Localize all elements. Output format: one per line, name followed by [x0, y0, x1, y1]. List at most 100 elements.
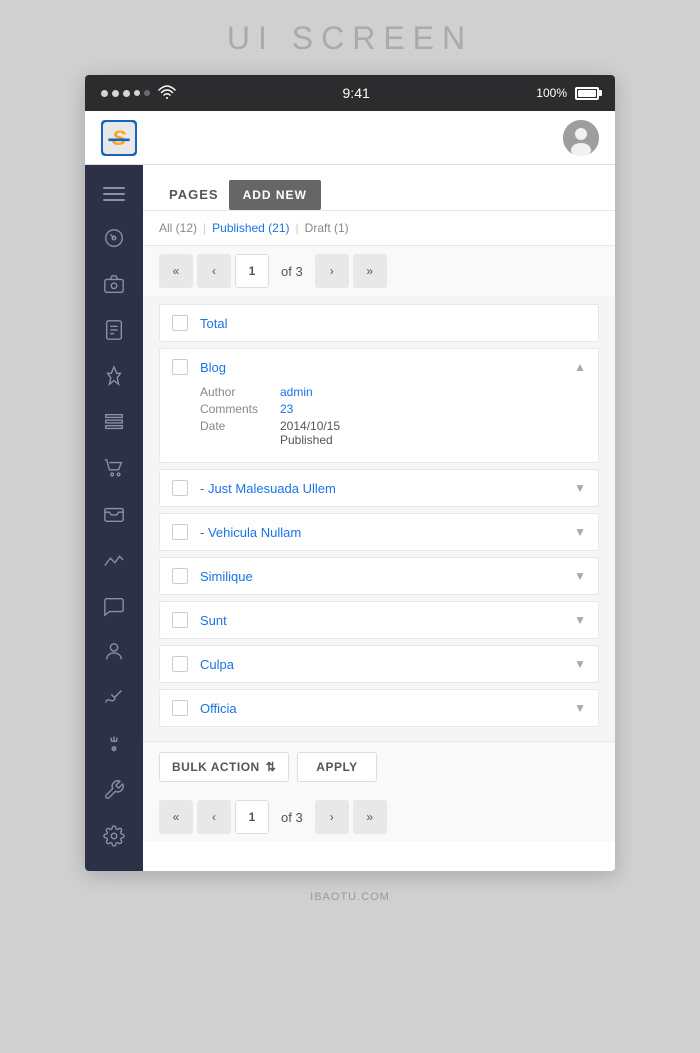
list-item-2-header[interactable]: - Vehicula Nullam ▼ — [160, 514, 598, 550]
page-wrapper: UI SCREEN 9:41 — [0, 0, 700, 1053]
pin-icon — [103, 365, 125, 387]
item6-title: Officia — [200, 701, 566, 716]
inbox-icon — [103, 503, 125, 525]
filter-draft[interactable]: Draft (1) — [305, 221, 349, 235]
sidebar-item-wrench[interactable] — [91, 769, 137, 811]
page-first-btn[interactable]: « — [159, 254, 193, 288]
bulk-action-label: BULK ACTION — [172, 760, 260, 774]
avatar — [563, 120, 599, 156]
blog-title: Blog — [200, 360, 566, 375]
signal-dot-1 — [101, 90, 108, 97]
sidebar-item-cart[interactable] — [91, 447, 137, 489]
item6-checkbox[interactable] — [172, 700, 188, 716]
sidebar-item-user[interactable] — [91, 631, 137, 673]
sidebar-item-document[interactable] — [91, 309, 137, 351]
apply-button[interactable]: APPLY — [297, 752, 376, 782]
item6-arrow: ▼ — [574, 701, 586, 715]
page-last-btn[interactable]: » — [353, 254, 387, 288]
page-prev-btn[interactable]: ‹ — [197, 254, 231, 288]
sidebar-hamburger[interactable] — [85, 179, 143, 213]
page-first-btn-bottom[interactable]: « — [159, 800, 193, 834]
plug-icon — [103, 733, 125, 755]
filter-bar: All (12) | Published (21) | Draft (1) — [143, 211, 615, 246]
filter-published[interactable]: Published (21) — [212, 221, 289, 235]
sidebar-item-inbox[interactable] — [91, 493, 137, 535]
page-current-btn[interactable]: 1 — [235, 254, 269, 288]
item1-checkbox[interactable] — [172, 480, 188, 496]
list-item-blog-header[interactable]: Blog ▲ — [160, 349, 598, 385]
list-area: Total Blog ▲ Author admi — [143, 296, 615, 741]
bulk-bar: BULK ACTION ⇅ APPLY — [143, 741, 615, 792]
blog-checkbox[interactable] — [172, 359, 188, 375]
list-item-3-header[interactable]: Similique ▼ — [160, 558, 598, 594]
page-last-btn-bottom[interactable]: » — [353, 800, 387, 834]
item4-checkbox[interactable] — [172, 612, 188, 628]
item4-title: Sunt — [200, 613, 566, 628]
list-item-total-header[interactable]: Total — [160, 305, 598, 341]
sidebar-item-brush[interactable] — [91, 677, 137, 719]
wrench-icon — [103, 779, 125, 801]
item2-arrow: ▼ — [574, 525, 586, 539]
signal-dot-3 — [123, 90, 130, 97]
list-item-4-header[interactable]: Sunt ▼ — [160, 602, 598, 638]
battery-fill — [578, 90, 596, 97]
status-left — [101, 85, 176, 102]
item2-checkbox[interactable] — [172, 524, 188, 540]
item5-checkbox[interactable] — [172, 656, 188, 672]
footer-text: IBAOTU.COM — [310, 891, 390, 903]
page-current-btn-bottom[interactable]: 1 — [235, 800, 269, 834]
sidebar-item-chart[interactable] — [91, 539, 137, 581]
page-prev-btn-bottom[interactable]: ‹ — [197, 800, 231, 834]
item2-title: - Vehicula Nullam — [200, 525, 566, 540]
sidebar-item-pin[interactable] — [91, 355, 137, 397]
list-item-1: - Just Malesuada Ullem ▼ — [159, 469, 599, 507]
item3-title: Similique — [200, 569, 566, 584]
cart-icon — [103, 457, 125, 479]
page-next-btn[interactable]: › — [315, 254, 349, 288]
list-icon — [103, 411, 125, 433]
content-area: PAGES ADD NEW All (12) | Published (21) … — [143, 165, 615, 871]
item3-arrow: ▼ — [574, 569, 586, 583]
main-layout: PAGES ADD NEW All (12) | Published (21) … — [85, 165, 615, 871]
item5-title: Culpa — [200, 657, 566, 672]
blog-date-row: Date 2014/10/15 Published — [200, 419, 586, 447]
list-item-6-header[interactable]: Officia ▼ — [160, 690, 598, 726]
blog-comments-row: Comments 23 — [200, 402, 586, 416]
document-icon — [103, 319, 125, 341]
filter-sep-2: | — [296, 221, 299, 235]
item1-title: - Just Malesuada Ullem — [200, 481, 566, 496]
tab-add-new[interactable]: ADD NEW — [229, 180, 321, 210]
app-logo: S — [101, 120, 137, 156]
sidebar-item-dashboard[interactable] — [91, 217, 137, 259]
sidebar-item-settings[interactable] — [91, 815, 137, 857]
tab-pages[interactable]: PAGES — [159, 179, 229, 210]
status-value-text: Published — [280, 433, 333, 447]
blog-arrow: ▲ — [574, 360, 586, 374]
bulk-action-arrow: ⇅ — [266, 760, 277, 774]
settings-icon — [103, 825, 125, 847]
item3-checkbox[interactable] — [172, 568, 188, 584]
page-of-text-bottom: of 3 — [273, 810, 311, 825]
hamburger-line-2 — [103, 193, 125, 195]
author-label: Author — [200, 385, 280, 399]
filter-all[interactable]: All (12) — [159, 221, 197, 235]
sidebar-item-list[interactable] — [91, 401, 137, 443]
total-checkbox[interactable] — [172, 315, 188, 331]
sidebar-item-camera[interactable] — [91, 263, 137, 305]
blog-author-row: Author admin — [200, 385, 586, 399]
sidebar-item-plug[interactable] — [91, 723, 137, 765]
item4-arrow: ▼ — [574, 613, 586, 627]
bulk-action-select[interactable]: BULK ACTION ⇅ — [159, 752, 289, 782]
sidebar-item-comment[interactable] — [91, 585, 137, 627]
filter-sep-1: | — [203, 221, 206, 235]
page-of-text-top: of 3 — [273, 264, 311, 279]
comment-icon — [103, 595, 125, 617]
list-item-1-header[interactable]: - Just Malesuada Ullem ▼ — [160, 470, 598, 506]
signal-dot-2 — [112, 90, 119, 97]
list-item-5-header[interactable]: Culpa ▼ — [160, 646, 598, 682]
item5-arrow: ▼ — [574, 657, 586, 671]
blog-details: Author admin Comments 23 Date 2014/10/15 — [160, 385, 598, 462]
item1-arrow: ▼ — [574, 481, 586, 495]
list-item-5: Culpa ▼ — [159, 645, 599, 683]
page-next-btn-bottom[interactable]: › — [315, 800, 349, 834]
